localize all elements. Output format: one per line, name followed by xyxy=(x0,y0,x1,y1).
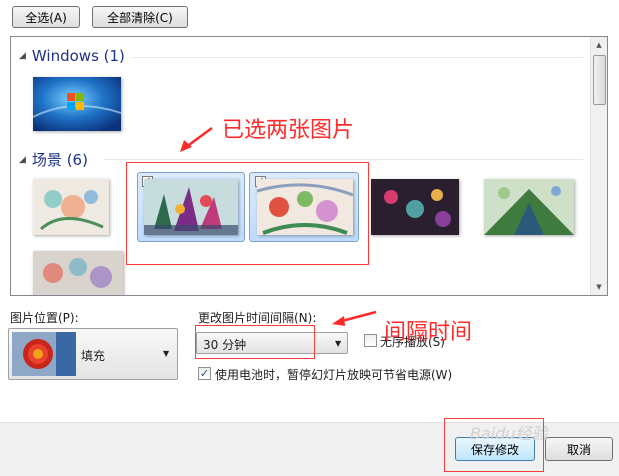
annotation-interval-text: 间隔时间 xyxy=(384,320,473,345)
annotation-selected-text: 已选两张图片 xyxy=(222,118,355,143)
annotation-arrows xyxy=(180,126,377,326)
